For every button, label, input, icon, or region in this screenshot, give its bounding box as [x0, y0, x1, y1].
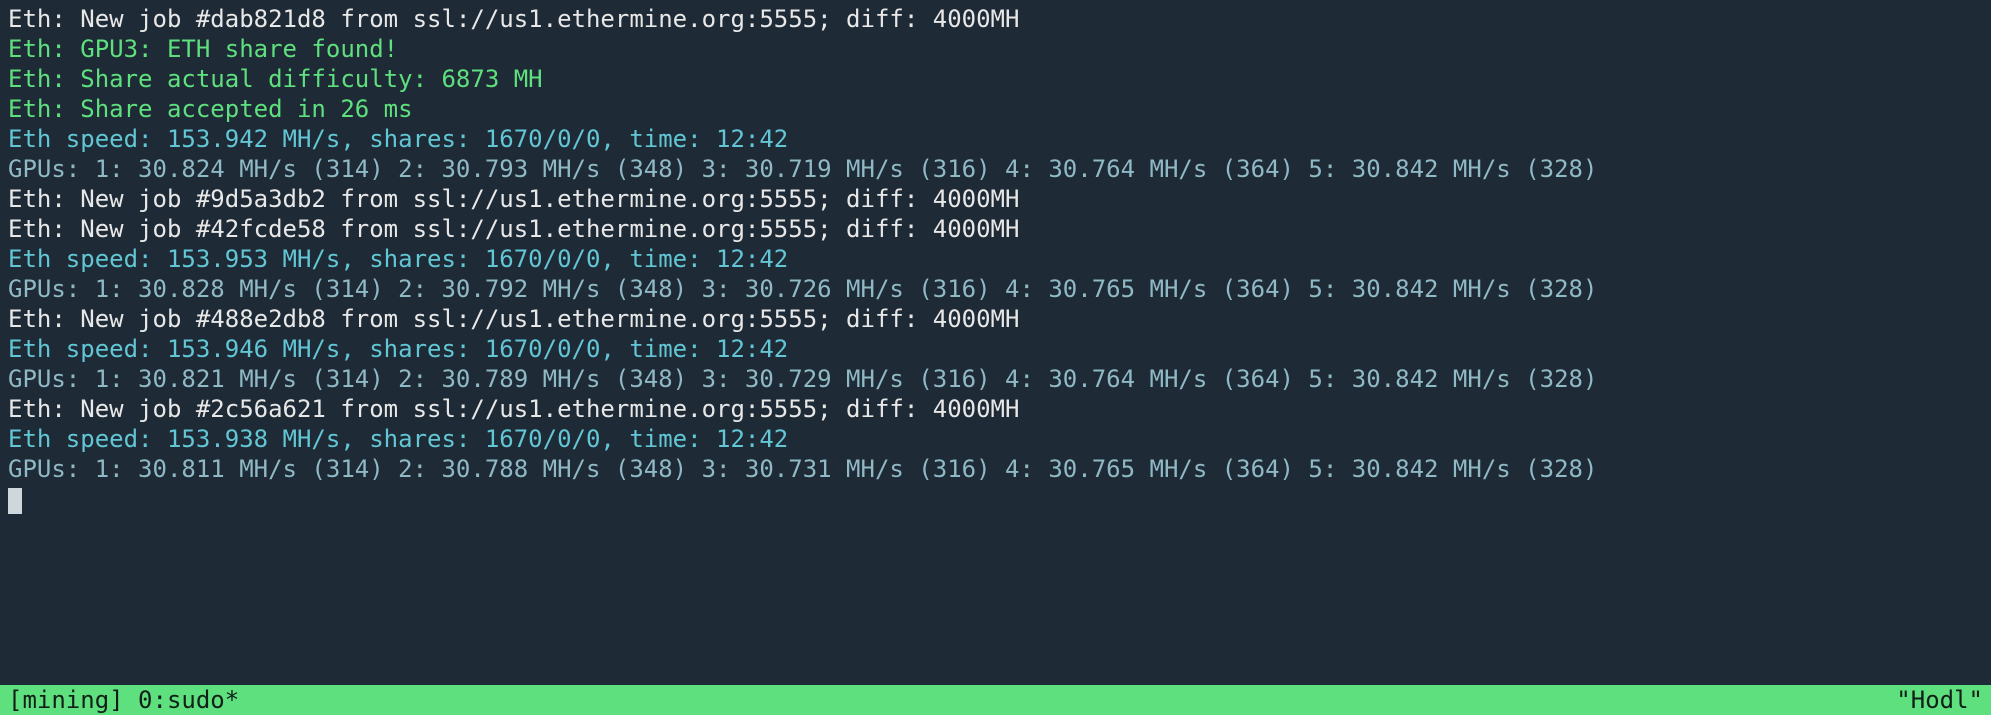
terminal-line: GPUs: 1: 30.821 MH/s (314) 2: 30.789 MH/…	[8, 364, 1983, 394]
terminal-line: Eth: New job #9d5a3db2 from ssl://us1.et…	[8, 184, 1983, 214]
terminal-line: Eth speed: 153.946 MH/s, shares: 1670/0/…	[8, 334, 1983, 364]
terminal-line: Eth: GPU3: ETH share found!	[8, 34, 1983, 64]
tmux-host-label: "Hodl"	[1896, 685, 1983, 715]
terminal-line: Eth: New job #2c56a621 from ssl://us1.et…	[8, 394, 1983, 424]
terminal-line: Eth: New job #488e2db8 from ssl://us1.et…	[8, 304, 1983, 334]
terminal-line: Eth: New job #dab821d8 from ssl://us1.et…	[8, 4, 1983, 34]
terminal-line: GPUs: 1: 30.824 MH/s (314) 2: 30.793 MH/…	[8, 154, 1983, 184]
tmux-status-bar: [mining] 0:sudo* "Hodl"	[0, 685, 1991, 715]
tmux-session-label: [mining] 0:sudo*	[8, 685, 239, 715]
terminal-output: Eth: New job #dab821d8 from ssl://us1.et…	[0, 0, 1991, 514]
terminal-line: Eth speed: 153.953 MH/s, shares: 1670/0/…	[8, 244, 1983, 274]
terminal-line: GPUs: 1: 30.828 MH/s (314) 2: 30.792 MH/…	[8, 274, 1983, 304]
terminal-line: Eth: Share actual difficulty: 6873 MH	[8, 64, 1983, 94]
terminal-line: Eth speed: 153.938 MH/s, shares: 1670/0/…	[8, 424, 1983, 454]
terminal-line: Eth speed: 153.942 MH/s, shares: 1670/0/…	[8, 124, 1983, 154]
cursor-icon	[8, 488, 22, 514]
terminal-line: Eth: New job #42fcde58 from ssl://us1.et…	[8, 214, 1983, 244]
terminal-line: GPUs: 1: 30.811 MH/s (314) 2: 30.788 MH/…	[8, 454, 1983, 484]
terminal-cursor-line	[8, 484, 1983, 514]
terminal-line: Eth: Share accepted in 26 ms	[8, 94, 1983, 124]
terminal-window[interactable]: Eth: New job #dab821d8 from ssl://us1.et…	[0, 0, 1991, 715]
